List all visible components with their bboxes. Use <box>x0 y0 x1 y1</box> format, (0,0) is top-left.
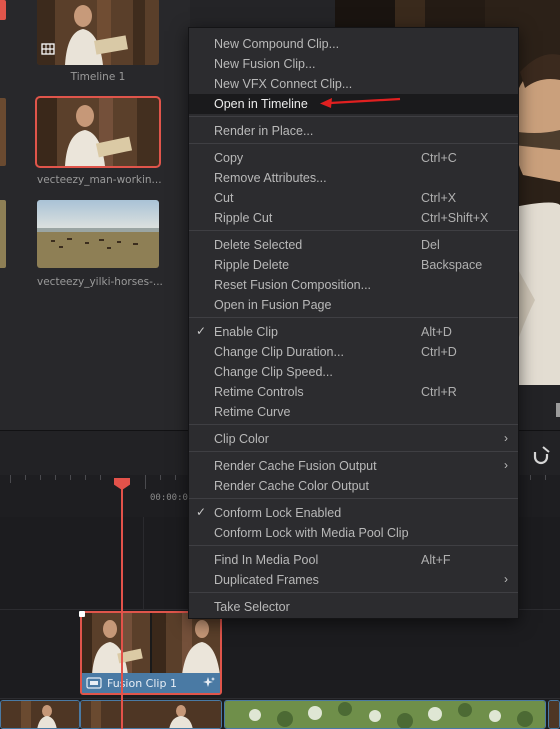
shortcut-label: Ctrl+D <box>421 345 457 359</box>
timeline-clip[interactable] <box>80 700 222 729</box>
edge-thumb <box>0 98 6 166</box>
clip-frame <box>152 613 220 675</box>
media-pool: Timeline 1 vecteezy_man-workin... vectee… <box>0 0 190 430</box>
timeline-clip[interactable] <box>224 700 546 729</box>
menu-item-change-clip-duration[interactable]: Change Clip Duration... Ctrl+D <box>189 342 518 362</box>
clip-trim-handle[interactable] <box>79 611 85 617</box>
clip-frame <box>549 701 559 728</box>
timeline-clip[interactable] <box>548 700 560 729</box>
menu-item-reset-fusion-composition[interactable]: Reset Fusion Composition... <box>189 275 518 295</box>
menu-item-retime-curve[interactable]: Retime Curve <box>189 402 518 422</box>
media-thumb-timeline-1[interactable] <box>37 0 159 65</box>
menu-item-change-clip-speed[interactable]: Change Clip Speed... <box>189 362 518 382</box>
snapping-magnet-icon[interactable] <box>530 443 552 465</box>
annotation-arrow-icon <box>320 97 401 108</box>
media-caption: vecteezy_man-workin... <box>37 174 162 186</box>
film-clip-icon <box>86 677 102 689</box>
menu-item-new-compound-clip[interactable]: New Compound Clip... <box>189 34 518 54</box>
shortcut-label: Ctrl+Shift+X <box>421 211 489 225</box>
shortcut-label: Ctrl+R <box>421 385 457 399</box>
menu-item-ripple-delete[interactable]: Ripple Delete Backspace <box>189 255 518 275</box>
shortcut-label: Alt+D <box>421 325 452 339</box>
menu-item-new-vfx-connect-clip[interactable]: New VFX Connect Clip... <box>189 74 518 94</box>
media-thumb-horses[interactable] <box>37 200 159 268</box>
menu-item-enable-clip[interactable]: ✓ Enable Clip Alt+D <box>189 322 518 342</box>
clip-frame <box>225 701 545 728</box>
shortcut-label: Del <box>421 238 440 252</box>
menu-item-find-in-media-pool[interactable]: Find In Media Pool Alt+F <box>189 550 518 570</box>
menu-item-conform-lock-with-media-pool-clip[interactable]: Conform Lock with Media Pool Clip <box>189 523 518 543</box>
media-caption: Timeline 1 <box>70 71 126 83</box>
menu-item-ripple-cut[interactable]: Ripple Cut Ctrl+Shift+X <box>189 208 518 228</box>
shortcut-label: Ctrl+C <box>421 151 457 165</box>
menu-item-retime-controls[interactable]: Retime Controls Ctrl+R <box>189 382 518 402</box>
shortcut-label: Ctrl+X <box>421 191 457 205</box>
clip-frame <box>1 701 79 728</box>
clip-frame <box>82 613 150 675</box>
fusion-fx-icon <box>203 677 215 687</box>
edge-thumb <box>0 200 6 268</box>
media-thumb-man-working[interactable] <box>35 96 161 168</box>
media-caption: vecteezy_yilki-horses-... <box>37 276 163 288</box>
chevron-right-icon: › <box>504 431 508 445</box>
chevron-right-icon: › <box>504 572 508 586</box>
menu-item-new-fusion-clip[interactable]: New Fusion Clip... <box>189 54 518 74</box>
menu-item-conform-lock-enabled[interactable]: ✓ Conform Lock Enabled <box>189 503 518 523</box>
menu-item-render-cache-color-output[interactable]: Render Cache Color Output <box>189 476 518 496</box>
menu-item-cut[interactable]: Cut Ctrl+X <box>189 188 518 208</box>
thumbnail-image <box>37 200 159 268</box>
clip-thumbnails <box>82 613 220 675</box>
shortcut-label: Alt+F <box>421 553 451 567</box>
thumbnail-image <box>37 0 159 65</box>
clip-label: Fusion Clip 1 <box>107 676 177 690</box>
menu-item-render-cache-fusion-output[interactable]: Render Cache Fusion Output › <box>189 456 518 476</box>
menu-item-duplicated-frames[interactable]: Duplicated Frames › <box>189 570 518 590</box>
chevron-right-icon: › <box>504 458 508 472</box>
playhead-line[interactable] <box>121 488 123 729</box>
menu-item-clip-color[interactable]: Clip Color › <box>189 429 518 449</box>
menu-item-take-selector[interactable]: Take Selector <box>189 597 518 617</box>
menu-item-remove-attributes[interactable]: Remove Attributes... <box>189 168 518 188</box>
clip-label-bar: Fusion Clip 1 <box>82 673 220 693</box>
menu-item-delete-selected[interactable]: Delete Selected Del <box>189 235 518 255</box>
menu-item-copy[interactable]: Copy Ctrl+C <box>189 148 518 168</box>
menu-item-open-in-fusion-page[interactable]: Open in Fusion Page <box>189 295 518 315</box>
timeline-clip[interactable] <box>0 700 80 729</box>
checkmark-icon: ✓ <box>196 505 207 519</box>
shortcut-label: Backspace <box>421 258 483 272</box>
edge-thumb <box>0 0 6 20</box>
viewer-scroll-indicator <box>556 403 560 417</box>
clip-frame <box>81 701 221 728</box>
timeline-icon <box>41 43 55 55</box>
thumbnail-image <box>37 98 159 166</box>
ruler-timecode: 00:00:0 <box>150 493 188 503</box>
fusion-clip[interactable]: Fusion Clip 1 <box>80 611 222 695</box>
clip-context-menu: New Compound Clip... New Fusion Clip... … <box>188 27 519 619</box>
menu-item-render-in-place[interactable]: Render in Place... <box>189 121 518 141</box>
checkmark-icon: ✓ <box>196 324 207 338</box>
